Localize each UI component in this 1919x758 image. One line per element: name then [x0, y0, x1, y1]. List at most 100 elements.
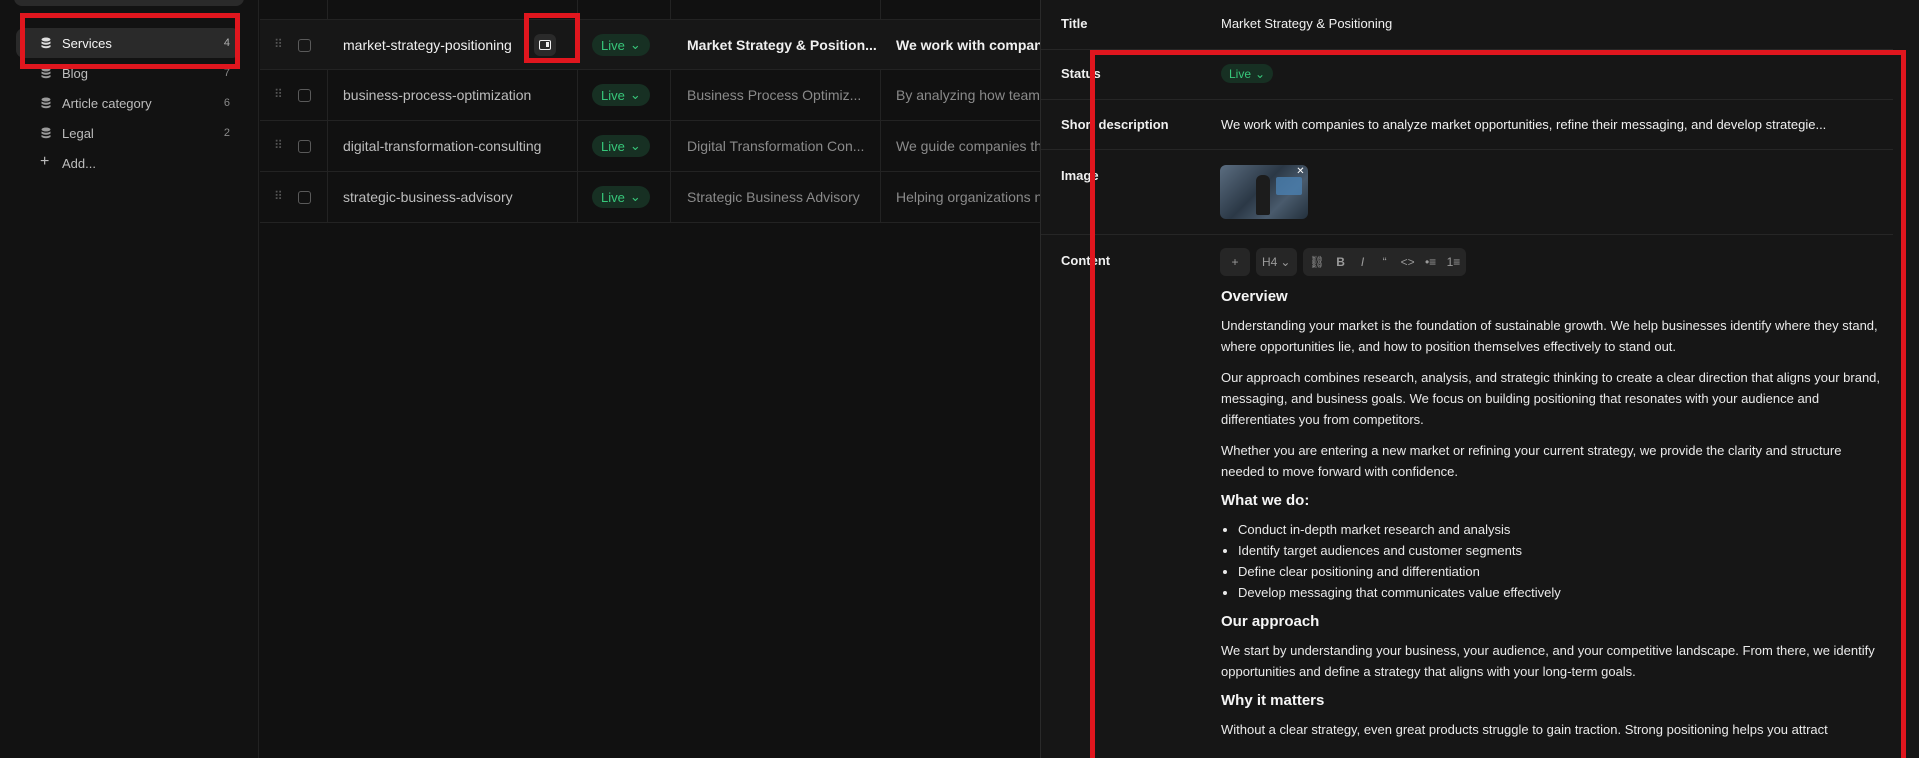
sidebar-item-count: 7 — [223, 67, 230, 79]
row-checkbox[interactable] — [298, 140, 311, 153]
format-group: ⛓ B I “ <> •≡ 1≡ — [1303, 248, 1467, 276]
sidebar-item-article-category[interactable]: Article category 6 — [16, 88, 240, 118]
field-image: Image — [1041, 150, 1893, 235]
chevron-down-icon: ⌄ — [629, 87, 641, 102]
chevron-down-icon: ⌄ — [629, 189, 641, 204]
content-paragraph: Without a clear strategy, even great pro… — [1221, 722, 1828, 737]
row-title: Business Process Optimiz... — [687, 87, 862, 103]
chevron-down-icon: ⌄ — [1255, 66, 1266, 81]
content-heading: Overview — [1221, 288, 1288, 305]
content-paragraph: Our approach combines research, analysis… — [1221, 370, 1881, 427]
sidebar: Services 4 Blog 7 Article category 6 Leg… — [0, 0, 259, 758]
row-description: We guide companies th — [896, 138, 1040, 154]
sidebar-item-blog[interactable]: Blog 7 — [16, 58, 240, 88]
content-paragraph: Whether you are entering a new market or… — [1221, 443, 1842, 479]
numbered-list-button[interactable]: 1≡ — [1447, 255, 1461, 269]
list-item: Identify target audiences and customer s… — [1238, 540, 1881, 561]
status-dropdown[interactable]: Live ⌄ — [1221, 64, 1274, 83]
content-paragraph: Understanding your market is the foundat… — [1221, 318, 1878, 354]
row-title: Strategic Business Advisory — [687, 189, 860, 205]
heading-select[interactable]: H4 ⌄ — [1256, 248, 1298, 276]
content-heading: What we do: — [1221, 492, 1310, 509]
image-thumbnail[interactable]: ✕ — [1220, 165, 1308, 219]
status-label: Live — [601, 138, 625, 154]
heading-label: H4 — [1262, 255, 1278, 269]
rich-text-editor[interactable]: Overview Understanding your market is th… — [1221, 288, 1881, 750]
row-checkbox[interactable] — [298, 39, 311, 52]
table-row[interactable]: ⠿ market-strategy-positioning Live ⌄ Mark… — [260, 19, 1040, 70]
database-icon — [41, 37, 51, 49]
field-status: Status — [1041, 50, 1893, 100]
content-paragraph: We start by understanding your business,… — [1221, 643, 1875, 679]
status-badge[interactable]: Live ⌄ — [592, 186, 650, 208]
sidebar-item-services[interactable]: Services 4 — [16, 28, 240, 58]
row-checkbox[interactable] — [298, 89, 311, 102]
row-description: Helping organizations n — [896, 189, 1040, 205]
open-panel-button[interactable] — [534, 34, 556, 56]
drag-handle-icon[interactable]: ⠿ — [274, 37, 284, 53]
drag-handle-icon[interactable]: ⠿ — [274, 87, 284, 103]
row-title: Market Strategy & Position... — [687, 37, 877, 53]
row-slug: business-process-optimization — [343, 87, 532, 103]
title-value[interactable]: Market Strategy & Positioning — [1221, 16, 1392, 31]
list-item: Develop messaging that communicates valu… — [1238, 582, 1881, 603]
content-heading: Why it matters — [1221, 692, 1325, 709]
field-title: Title Market Strategy & Positioning — [1041, 0, 1893, 50]
chevron-down-icon: ⌄ — [629, 138, 641, 153]
status-label: Live — [601, 189, 625, 205]
plus-icon: + — [40, 153, 50, 170]
insert-block-button[interactable]: + — [1220, 248, 1250, 276]
thumbnail-screen — [1276, 177, 1302, 195]
code-button[interactable]: <> — [1401, 255, 1415, 269]
sidebar-item-label: Services — [62, 35, 112, 51]
table-row[interactable]: ⠿ strategic-business-advisory Live ⌄ Stra… — [260, 172, 1040, 223]
sidebar-item-count: 4 — [223, 37, 230, 49]
row-slug: market-strategy-positioning — [343, 37, 512, 53]
link-icon[interactable]: ⛓ — [1309, 255, 1324, 269]
editor-toolbar: + H4 ⌄ ⛓ B I “ <> •≡ 1≡ — [1220, 248, 1467, 276]
sidebar-item-label: Article category — [62, 95, 152, 111]
bullet-list-button[interactable]: •≡ — [1425, 255, 1437, 269]
content-list: Conduct in-depth market research and ana… — [1238, 519, 1881, 603]
field-label: Title — [1061, 16, 1088, 31]
drag-handle-icon[interactable]: ⠿ — [274, 138, 284, 154]
content-heading: Our approach — [1221, 613, 1320, 630]
status-label: Live — [601, 87, 625, 103]
row-description: By analyzing how teams — [896, 87, 1040, 103]
sidebar-item-label: Blog — [62, 65, 89, 81]
field-label: Short description — [1061, 117, 1169, 132]
close-icon[interactable]: ✕ — [1295, 166, 1306, 177]
row-slug: strategic-business-advisory — [343, 189, 513, 205]
sidebar-item-count: 2 — [223, 127, 230, 139]
sidebar-add-button[interactable]: + Add... — [16, 148, 240, 178]
row-description: We work with companies to analyze — [896, 37, 1040, 53]
status-label: Live — [601, 37, 625, 53]
italic-button[interactable]: I — [1357, 255, 1369, 269]
status-badge[interactable]: Live ⌄ — [592, 135, 650, 157]
database-icon — [41, 67, 51, 79]
field-short-description: Short description We work with companies… — [1041, 100, 1893, 150]
short-description-value[interactable]: We work with companies to analyze market… — [1221, 117, 1826, 132]
table-row[interactable]: ⠿ digital-transformation-consulting Live… — [260, 121, 1040, 172]
status-label: Live — [1229, 66, 1252, 81]
table-row[interactable]: ⠿ business-process-optimization Live ⌄ Bu… — [260, 70, 1040, 121]
sidebar-top-stub — [14, 0, 244, 6]
row-slug: digital-transformation-consulting — [343, 138, 542, 154]
panel-open-icon — [539, 40, 551, 50]
sidebar-item-count: 6 — [223, 97, 230, 109]
list-item: Conduct in-depth market research and ana… — [1238, 519, 1881, 540]
sidebar-item-label: Legal — [62, 125, 94, 141]
status-badge[interactable]: Live ⌄ — [592, 34, 650, 56]
drag-handle-icon[interactable]: ⠿ — [274, 189, 284, 205]
database-icon — [41, 97, 51, 109]
database-icon — [41, 127, 51, 139]
collection-table: ⠿ market-strategy-positioning Live ⌄ Mark… — [260, 0, 1040, 758]
status-badge[interactable]: Live ⌄ — [592, 84, 650, 106]
bold-button[interactable]: B — [1335, 255, 1347, 269]
field-label: Image — [1061, 168, 1099, 183]
sidebar-add-label: Add... — [62, 155, 96, 171]
quote-button[interactable]: “ — [1379, 255, 1391, 269]
chevron-down-icon: ⌄ — [1280, 255, 1291, 269]
row-checkbox[interactable] — [298, 191, 311, 204]
sidebar-item-legal[interactable]: Legal 2 — [16, 118, 240, 148]
